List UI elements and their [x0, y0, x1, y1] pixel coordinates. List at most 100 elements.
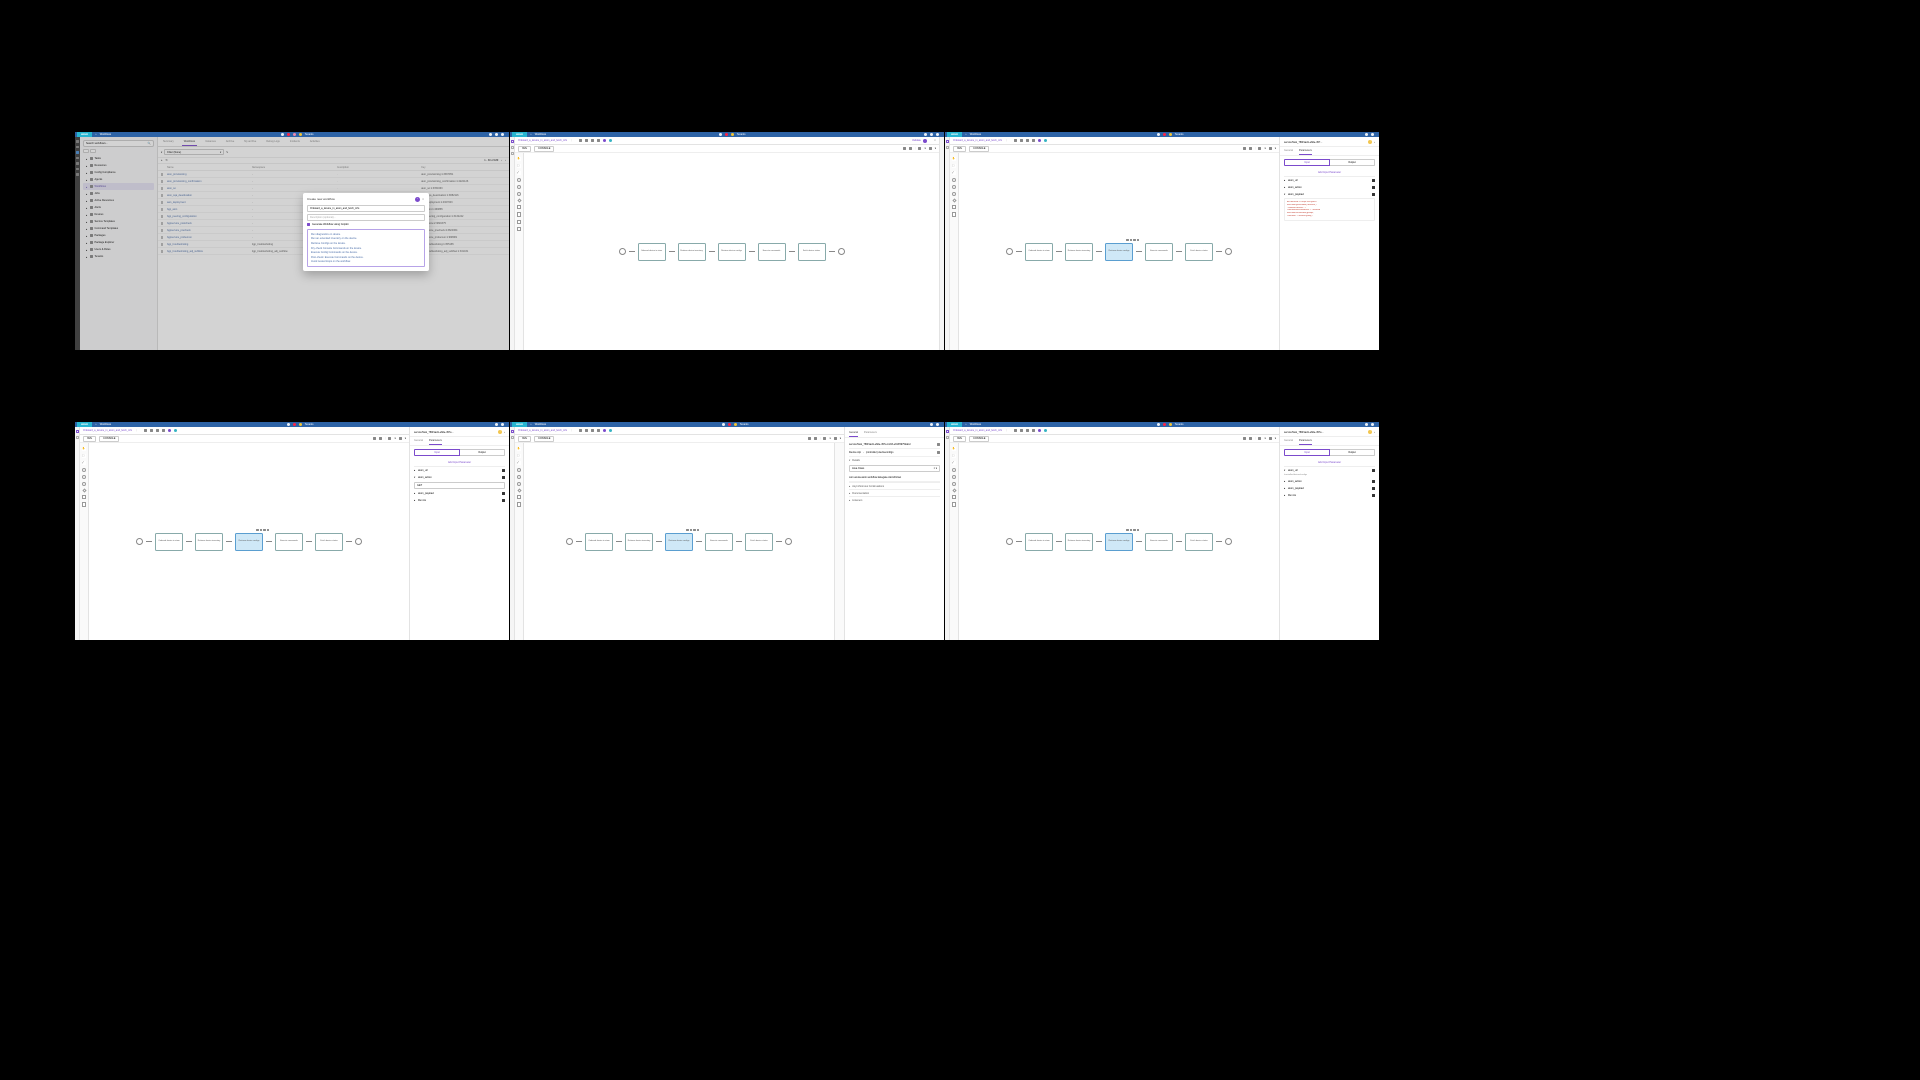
tab-parameters[interactable]: Parameters [864, 429, 877, 437]
rail-workflows-icon[interactable] [511, 140, 514, 143]
task-node[interactable]: Onboard device in atom [585, 533, 613, 551]
task-node[interactable]: Retrieve device configs [665, 533, 693, 551]
xml-toggle[interactable]: XML [518, 146, 531, 152]
teal-dot-icon[interactable] [1044, 139, 1047, 142]
gateway-shape[interactable] [952, 488, 956, 492]
expand-icon[interactable] [1371, 423, 1374, 426]
tab-general[interactable]: General [1284, 147, 1293, 155]
redo-icon[interactable] [379, 437, 382, 440]
edit-icon[interactable] [1372, 480, 1375, 483]
task-shape[interactable] [517, 495, 521, 499]
param-atom_action[interactable]: ▸atom_action [1284, 184, 1375, 191]
task-node[interactable]: Fetch device status [798, 243, 826, 261]
task-shape[interactable] [952, 495, 956, 499]
space-tool-icon[interactable]: ⤢ [952, 171, 956, 175]
param-atom_payload[interactable]: ▸atom_payload [414, 490, 505, 497]
task-node[interactable]: Retrieve device inventory [1065, 533, 1093, 551]
intermediate-event-shape[interactable] [82, 475, 86, 479]
expand-icon[interactable] [501, 133, 504, 136]
cloud-icon[interactable] [579, 429, 582, 432]
task-node[interactable]: Retrieve device inventory [195, 533, 223, 551]
cloud-icon[interactable] [1014, 139, 1017, 142]
context-action-icon[interactable] [1133, 529, 1136, 532]
gear-icon[interactable] [495, 423, 498, 426]
edit-icon[interactable] [1372, 193, 1375, 196]
add-parameter-link[interactable]: Add Input Parameter [414, 459, 505, 466]
start-event-shape[interactable] [82, 468, 86, 472]
param-atom_url[interactable]: ▾atom_url [1284, 467, 1375, 474]
edit-icon[interactable] [1372, 179, 1375, 182]
task-node[interactable]: Fetch device status [745, 533, 773, 551]
rail-workflows-icon[interactable] [76, 430, 79, 433]
context-action-icon[interactable] [686, 529, 689, 532]
avatar-icon[interactable] [299, 423, 302, 426]
play-icon[interactable] [1026, 429, 1029, 432]
context-action-icon[interactable] [256, 529, 259, 532]
task-node[interactable]: Execute commands [275, 533, 303, 551]
purple-dot-icon[interactable] [1038, 139, 1041, 142]
edit-icon[interactable] [502, 476, 505, 479]
purple-dot-icon[interactable] [1038, 429, 1041, 432]
list-icon[interactable] [1032, 429, 1035, 432]
xml-toggle[interactable]: XML [953, 436, 966, 442]
align-icon[interactable] [388, 437, 391, 440]
seg-input[interactable]: Input [1284, 159, 1330, 166]
workflow-name-input[interactable]: Onboard_a_device_in_atom_and_fetch_info [307, 205, 425, 212]
undo-icon[interactable] [1243, 147, 1246, 150]
breadcrumb-home-icon[interactable]: ⌂ [530, 133, 532, 136]
cloud-icon[interactable] [579, 139, 582, 142]
task-node[interactable]: Execute commands [705, 533, 733, 551]
undo-icon[interactable] [1243, 437, 1246, 440]
context-action-icon[interactable] [697, 529, 700, 532]
teal-dot-icon[interactable] [1044, 429, 1047, 432]
distribute-icon[interactable] [834, 437, 837, 440]
param-Run-As[interactable]: ▸Run As [414, 497, 505, 504]
task-node[interactable]: Onboard device in atom [155, 533, 183, 551]
subprocess-shape[interactable] [952, 502, 956, 507]
task-node[interactable]: Retrieve device inventory [625, 533, 653, 551]
workflow-desc-input[interactable]: Description (optional)... [307, 214, 425, 221]
seg-input[interactable]: Input [1284, 449, 1330, 456]
task-node[interactable]: Retrieve device inventory [1065, 243, 1093, 261]
console-toggle[interactable]: CONSOLE [99, 436, 119, 442]
download-icon[interactable] [1020, 139, 1023, 142]
redo-icon[interactable] [1249, 147, 1252, 150]
console-toggle[interactable]: CONSOLE [534, 436, 554, 442]
breadcrumb-home-icon[interactable]: ⌂ [95, 133, 97, 136]
participant-shape[interactable] [517, 227, 521, 231]
context-action-icon[interactable] [267, 529, 270, 532]
edit-icon[interactable] [502, 492, 505, 495]
context-action-icon[interactable] [1126, 529, 1129, 532]
clear-icon[interactable]: × [934, 467, 935, 470]
search-icon[interactable] [1157, 423, 1160, 426]
list-icon[interactable] [597, 429, 600, 432]
rail-icon-2[interactable] [946, 146, 949, 149]
tab-general[interactable]: General [414, 437, 423, 445]
undo-icon[interactable] [373, 437, 376, 440]
gateway-shape[interactable] [952, 198, 956, 202]
end-event[interactable] [1225, 538, 1232, 545]
distribute-icon[interactable] [1269, 147, 1272, 150]
tenants-dropdown[interactable]: Tenants [1175, 133, 1184, 136]
breadcrumb-workflows[interactable]: Workflows [100, 133, 111, 136]
space-tool-icon[interactable]: ⤢ [517, 461, 521, 465]
upload-icon[interactable] [924, 133, 927, 136]
class-select[interactable]: Java Class× ▾ [849, 465, 940, 472]
tenants-dropdown[interactable]: Tenants [740, 423, 749, 426]
breadcrumb-workflows[interactable]: Workflows [535, 133, 546, 136]
teal-dot-icon[interactable] [174, 429, 177, 432]
context-action-icon[interactable] [260, 529, 263, 532]
task-node[interactable]: Retrieve device configs [718, 243, 746, 261]
purple-dot-icon[interactable] [603, 429, 606, 432]
add-parameter-link[interactable]: Add Input Parameter [1284, 169, 1375, 176]
redo-icon[interactable] [909, 147, 912, 150]
subprocess-shape[interactable] [517, 502, 521, 507]
subprocess-shape[interactable] [952, 212, 956, 217]
hand-tool-icon[interactable]: ✋ [952, 157, 956, 161]
intermediate-event-shape[interactable] [952, 185, 956, 189]
start-event[interactable] [619, 248, 626, 255]
bpmn-canvas[interactable]: Onboard device in atom Retrieve device in… [89, 443, 409, 640]
listeners-section[interactable]: ▸Listeners [849, 496, 940, 503]
end-event-shape[interactable] [517, 482, 521, 486]
intermediate-event-shape[interactable] [952, 475, 956, 479]
